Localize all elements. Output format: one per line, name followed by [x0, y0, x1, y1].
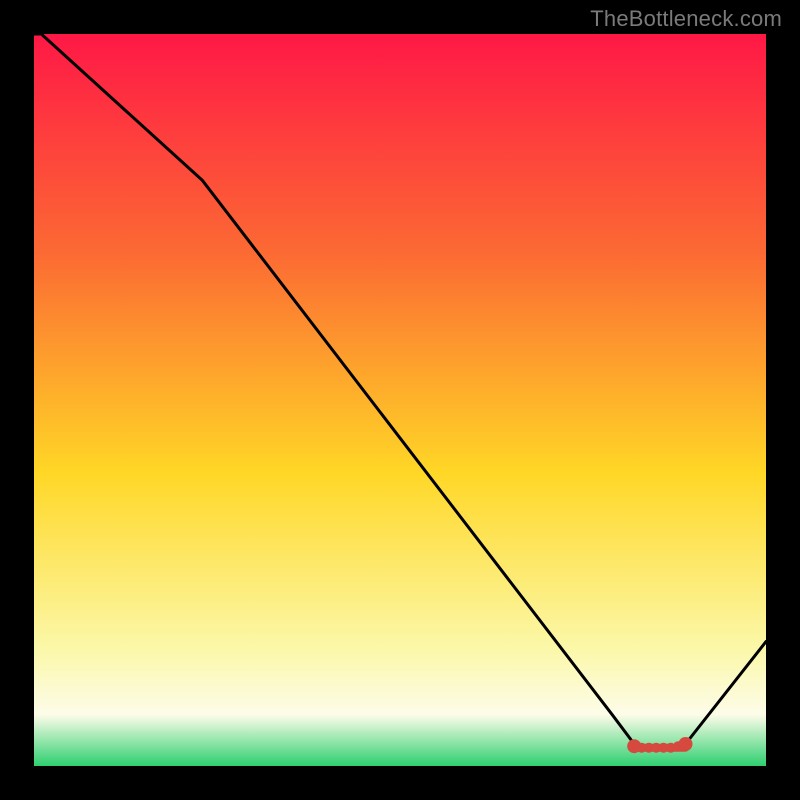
gradient-background: [34, 34, 766, 766]
marker-dot: [679, 737, 693, 751]
chart-svg: [34, 34, 766, 766]
chart-frame: TheBottleneck.com: [0, 0, 800, 800]
plot-area: [34, 34, 766, 766]
watermark-text: TheBottleneck.com: [590, 6, 782, 32]
